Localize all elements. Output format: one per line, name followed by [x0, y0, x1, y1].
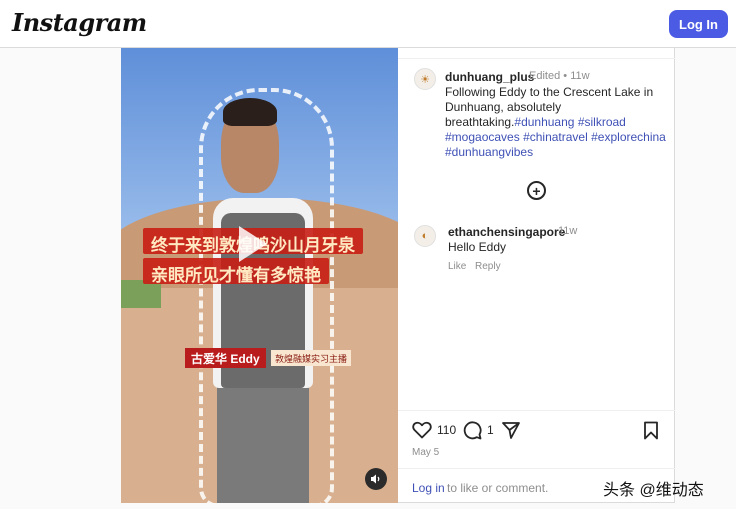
watermark: 头条 @维动态	[603, 482, 704, 499]
hashtag[interactable]: #dunhuang	[514, 115, 574, 129]
login-link[interactable]: Log in	[412, 481, 445, 495]
hashtag[interactable]: #mogaocaves	[445, 130, 520, 144]
like-count: 110	[437, 423, 457, 437]
comment-time: 11w	[558, 225, 578, 237]
like-button[interactable]: 110	[412, 420, 456, 440]
person-outline	[199, 88, 334, 503]
post-caption: Following Eddy to the Crescent Lake in D…	[445, 85, 667, 160]
comment-button[interactable]: 1	[462, 420, 494, 440]
post-video[interactable]: 终于来到敦煌鸣沙山月牙泉 亲眼所见才懂有多惊艳 古爱华 Eddy 敦煌融媒实习主…	[121, 48, 398, 503]
load-more-comments-button[interactable]: +	[527, 181, 546, 200]
post-meta: Edited • 11w	[529, 70, 590, 82]
plus-icon: +	[532, 182, 541, 199]
name-tag: 古爱华 Eddy	[185, 348, 266, 368]
hashtag[interactable]: #explorechina	[591, 130, 666, 144]
save-button[interactable]	[643, 420, 659, 440]
share-icon	[502, 422, 520, 439]
hashtag[interactable]: #silkroad	[578, 115, 626, 129]
post-author-avatar[interactable]: ☀	[414, 68, 436, 90]
post-username[interactable]: dunhuang_plus	[445, 70, 534, 84]
comment-text: Hello Eddy	[448, 240, 507, 254]
hashtag[interactable]: #dunhuangvibes	[445, 145, 533, 159]
hashtag[interactable]: #chinatravel	[523, 130, 588, 144]
audio-toggle-button[interactable]	[365, 468, 387, 490]
comment-count: 1	[487, 423, 494, 437]
divider	[398, 58, 675, 59]
commenter-avatar[interactable]: ◐	[414, 225, 436, 247]
bookmark-icon	[644, 421, 658, 439]
comment-like-button[interactable]: Like	[448, 261, 466, 272]
speaker-icon	[371, 474, 380, 484]
divider	[398, 410, 675, 411]
comment-icon	[463, 421, 482, 440]
instagram-logo[interactable]: Instagram	[12, 8, 147, 37]
meta-separator: •	[563, 70, 568, 82]
edited-label: Edited	[529, 70, 561, 82]
video-caption-2: 亲眼所见才懂有多惊艳	[143, 258, 329, 285]
play-icon[interactable]	[239, 226, 267, 262]
top-bar: Instagram Log In	[0, 0, 736, 48]
share-button[interactable]	[501, 420, 521, 440]
login-button[interactable]: Log In	[669, 10, 728, 38]
comment-username[interactable]: ethanchensingapore	[448, 225, 565, 239]
name-subtitle: 敦煌融媒实习主播	[271, 350, 352, 366]
post-date: May 5	[412, 447, 440, 458]
post-time: 11w	[570, 70, 590, 82]
divider	[398, 468, 675, 469]
heart-icon	[412, 421, 432, 439]
login-prompt-text: to like or comment.	[447, 481, 549, 495]
comment-reply-button[interactable]: Reply	[475, 261, 501, 272]
